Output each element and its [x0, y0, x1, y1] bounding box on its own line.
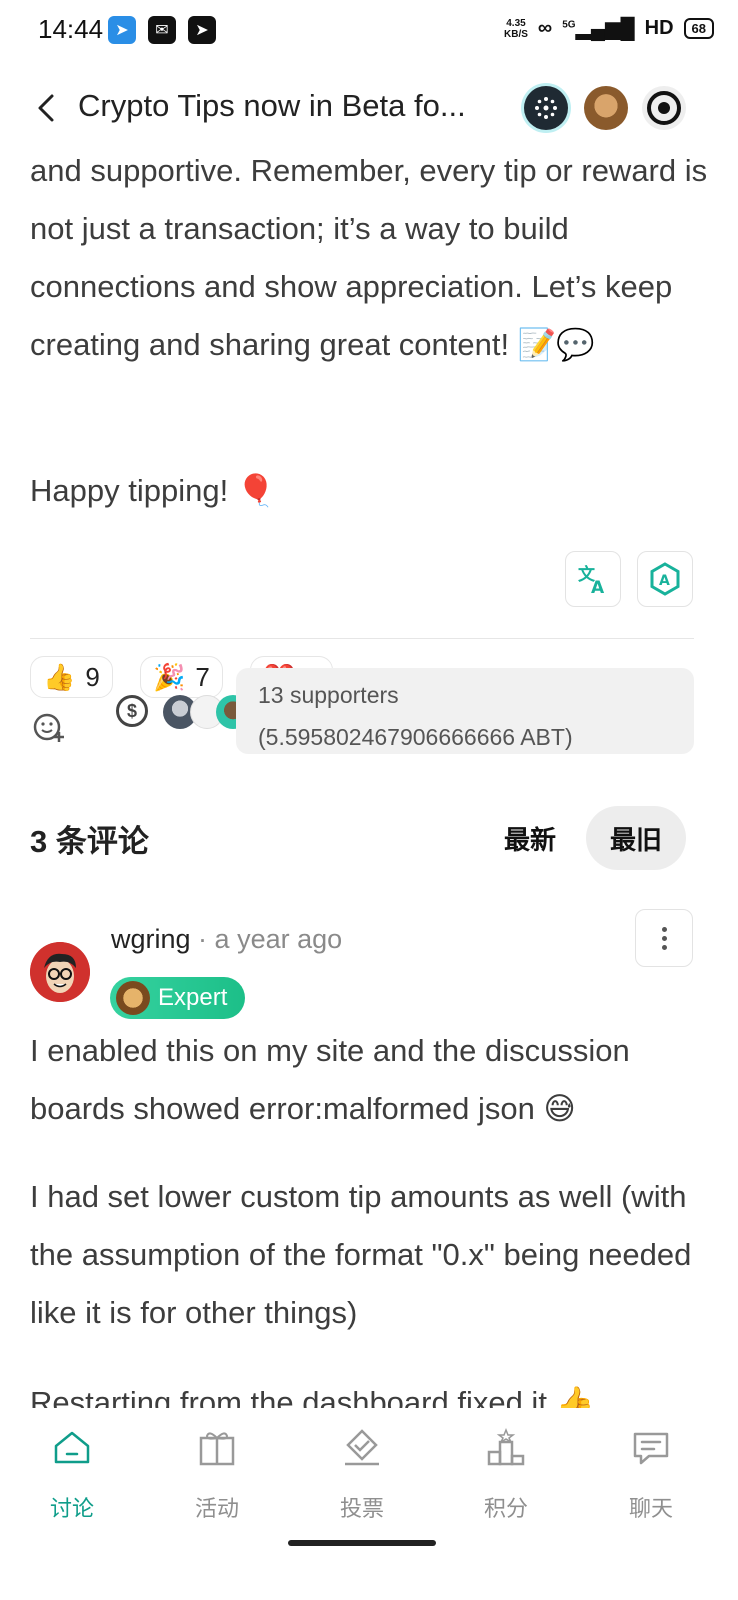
top-bar: Crypto Tips now in Beta fo...: [0, 72, 738, 144]
avatar[interactable]: [30, 942, 90, 1002]
status-indicators: 4.35 KB/S ∞ 5G▂▄▆█ HD 68: [504, 16, 714, 41]
nav-label: 讨论: [49, 1496, 94, 1521]
expert-badge: Expert: [110, 977, 246, 1019]
home-indicator[interactable]: [288, 1540, 436, 1546]
comment-clip: Restarting from the dashboard fixed it 👍: [0, 1380, 738, 1410]
page-title: Crypto Tips now in Beta fo...: [78, 88, 466, 123]
back-icon[interactable]: [30, 90, 66, 126]
monkey-avatar[interactable]: [584, 86, 628, 130]
comment-timestamp: a year ago: [214, 924, 343, 954]
badge-label: Expert: [158, 984, 228, 1011]
reaction-count: 9: [85, 661, 100, 692]
svg-text:A: A: [591, 578, 605, 596]
bottom-navigation: 讨论 活动 投票 积分 聊天: [0, 1408, 738, 1600]
chat-icon: [633, 1432, 669, 1465]
nav-item-discussion[interactable]: 讨论: [22, 1428, 122, 1523]
party-emoji: 🎉: [153, 661, 186, 692]
telegram-icon: ➤: [108, 16, 136, 44]
nav-label: 投票: [339, 1496, 384, 1521]
nav-label: 活动: [194, 1496, 239, 1521]
record-icon[interactable]: [642, 86, 686, 130]
thumbs-up-emoji: 👍: [43, 661, 76, 692]
translate-icon: 文 A: [578, 564, 605, 596]
nav-item-vote[interactable]: 投票: [312, 1428, 412, 1523]
comment-paragraph: I enabled this on my site and the discus…: [30, 1033, 630, 1126]
more-options-button[interactable]: [635, 909, 693, 967]
translate-button[interactable]: 文 A: [565, 551, 621, 607]
tip-icon[interactable]: $: [116, 695, 148, 727]
supporters-count: 13 supporters: [258, 682, 399, 708]
summarize-icon: A: [650, 562, 680, 596]
medal-icon: [116, 981, 150, 1015]
supporters-amount: (5.595802467906666666 ABT): [258, 724, 573, 750]
status-bar: 14:44 ➤ ✉ ➤ 4.35 KB/S ∞ 5G▂▄▆█ HD 68: [0, 0, 738, 62]
sort-latest-button[interactable]: 最新: [504, 820, 556, 857]
podium-icon: [487, 1427, 525, 1466]
add-reaction-icon[interactable]: [32, 710, 66, 744]
status-time: 14:44: [38, 14, 104, 44]
mail-icon: ✉: [148, 16, 176, 44]
vote-icon: [345, 1429, 379, 1466]
avatar-illustration: [30, 942, 90, 1002]
gift-icon: [199, 1432, 235, 1466]
nav-item-points[interactable]: 积分: [456, 1427, 556, 1523]
post-paragraph: and supportive. Remember, every tip or r…: [30, 153, 708, 362]
reaction-party[interactable]: 🎉 7: [140, 656, 223, 698]
nav-label: 聊天: [628, 1496, 673, 1521]
divider: [30, 638, 694, 639]
reaction-count: 7: [195, 661, 210, 692]
post-closing: Happy tipping! 🎈: [30, 473, 276, 508]
battery-icon: 68: [683, 18, 714, 39]
comments-count-title: 3 条评论: [30, 824, 149, 859]
status-app-icons: ➤ ✉ ➤: [108, 16, 216, 44]
home-icon: [54, 1431, 90, 1464]
signal-icon: 5G▂▄▆█: [562, 18, 635, 40]
comment-paragraph: I had set lower custom tip amounts as we…: [30, 1179, 692, 1330]
supporters-tooltip: 13 supporters (5.595802467906666666 ABT): [236, 668, 694, 754]
comment-author-name[interactable]: wgring: [111, 924, 191, 954]
hd-indicator: HD: [644, 17, 674, 39]
dot: [661, 926, 667, 932]
nav-label: 积分: [483, 1496, 528, 1521]
dots-icon: [535, 97, 557, 119]
network-speed: 4.35 KB/S: [504, 17, 528, 40]
comment-meta: wgring · a year ago: [111, 924, 343, 954]
hotspot-icon: ∞: [537, 17, 553, 39]
reaction-thumbs-up[interactable]: 👍 9: [30, 656, 113, 698]
svg-text:A: A: [659, 573, 670, 589]
comment-paragraph: Restarting from the dashboard fixed it 👍: [30, 1385, 595, 1410]
nav-item-chat[interactable]: 聊天: [601, 1428, 701, 1523]
summarize-button[interactable]: A: [637, 551, 693, 607]
nav-item-events[interactable]: 活动: [167, 1428, 267, 1523]
sort-oldest-button[interactable]: 最旧: [586, 806, 686, 870]
dots-icon[interactable]: [524, 86, 568, 130]
telegram-icon: ➤: [188, 16, 216, 44]
